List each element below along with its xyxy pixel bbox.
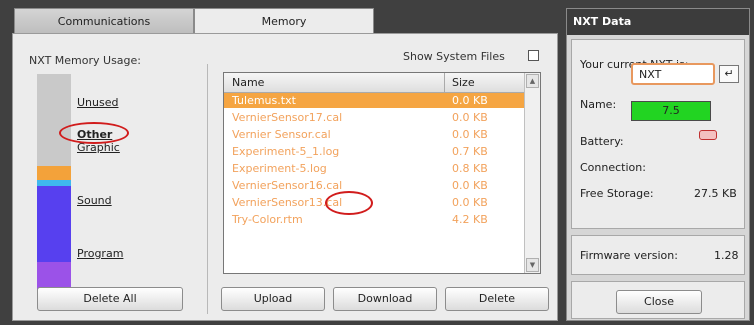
usage-segment-sound <box>37 186 71 262</box>
scroll-down-icon[interactable]: ▼ <box>526 258 539 272</box>
show-system-files-label: Show System Files <box>403 50 505 63</box>
file-size: 0.8 KB <box>452 162 488 175</box>
log-highlight-circle <box>325 191 373 215</box>
file-size: 4.2 KB <box>452 213 488 226</box>
file-size: 0.0 KB <box>452 179 488 192</box>
nxt-window: Communications Memory NXT Memory Usage: … <box>0 0 754 325</box>
free-storage-value: 27.5 KB <box>694 187 737 200</box>
file-row[interactable]: Experiment-5_1.log 0.7 KB <box>224 144 524 159</box>
file-row[interactable]: Vernier Sensor.cal 0.0 KB <box>224 127 524 142</box>
file-name: VernierSensor16.cal <box>232 179 343 192</box>
file-row[interactable]: VernierSensor13.cal 0.0 KB <box>224 195 524 210</box>
column-name-header[interactable]: Name <box>232 76 264 89</box>
firmware-box: Firmware version: 1.28 <box>571 235 745 275</box>
battery-level-bar: 7.5 <box>631 101 711 121</box>
file-size: 0.0 KB <box>452 128 488 141</box>
file-size: 0.0 KB <box>452 111 488 124</box>
memory-usage-title: NXT Memory Usage: <box>29 54 141 67</box>
column-size-header[interactable]: Size <box>452 76 475 89</box>
close-button[interactable]: Close <box>616 290 702 314</box>
file-name: Experiment-5_1.log <box>232 145 340 158</box>
file-size: 0.0 KB <box>452 196 488 209</box>
file-list-header: Name Size <box>224 73 524 93</box>
scroll-up-icon[interactable]: ▲ <box>526 74 539 88</box>
upload-button[interactable]: Upload <box>221 287 325 311</box>
name-label: Name: <box>580 98 617 111</box>
nxt-data-header: NXT Data <box>567 9 749 35</box>
tab-communications[interactable]: Communications <box>14 8 194 34</box>
nxt-data-panel: NXT Data Your current NXT is: Name: Batt… <box>566 8 750 321</box>
file-row[interactable]: VernierSensor16.cal 0.0 KB <box>224 178 524 193</box>
file-name: VernierSensor17.cal <box>232 111 343 124</box>
close-box: Close <box>571 281 745 319</box>
usage-segment-unused <box>37 74 71 166</box>
nxt-data-title: NXT Data <box>573 15 632 28</box>
file-row[interactable]: VernierSensor17.cal 0.0 KB <box>224 110 524 125</box>
firmware-label: Firmware version: <box>580 249 678 262</box>
file-list[interactable]: Name Size Tulemus.txt 0.0 KB VernierSens… <box>223 72 541 274</box>
file-size: 0.0 KB <box>452 94 488 107</box>
free-storage-label: Free Storage: <box>580 187 654 200</box>
file-name: Try-Color.rtm <box>232 213 303 226</box>
file-row[interactable]: Tulemus.txt 0.0 KB <box>224 93 524 108</box>
usage-segment-other <box>37 166 71 180</box>
panel-divider <box>207 64 208 314</box>
file-name: Tulemus.txt <box>232 94 296 107</box>
memory-usage-bar <box>37 74 71 304</box>
column-separator <box>444 73 445 93</box>
file-size: 0.7 KB <box>452 145 488 158</box>
legend-sound: Sound <box>77 194 112 207</box>
file-row[interactable]: Try-Color.rtm 4.2 KB <box>224 212 524 227</box>
delete-all-button[interactable]: Delete All <box>37 287 183 311</box>
file-list-scrollbar[interactable]: ▲ ▼ <box>524 73 540 273</box>
connection-label: Connection: <box>580 161 646 174</box>
nxt-name-input[interactable]: NXT <box>631 63 715 85</box>
firmware-value: 1.28 <box>714 249 739 262</box>
usb-icon <box>699 130 717 140</box>
legend-program: Program <box>77 247 124 260</box>
tab-memory[interactable]: Memory <box>194 8 374 34</box>
download-button[interactable]: Download <box>333 287 437 311</box>
legend-unused: Unused <box>77 96 119 109</box>
memory-panel: NXT Memory Usage: Unused Other Graphic S… <box>12 33 558 321</box>
file-row[interactable]: Experiment-5.log 0.8 KB <box>224 161 524 176</box>
other-highlight-circle <box>59 122 129 144</box>
file-name: Experiment-5.log <box>232 162 327 175</box>
file-name: Vernier Sensor.cal <box>232 128 331 141</box>
battery-label: Battery: <box>580 135 624 148</box>
show-system-files-checkbox[interactable] <box>528 50 539 61</box>
enter-icon[interactable]: ↵ <box>719 65 739 83</box>
delete-button[interactable]: Delete <box>445 287 549 311</box>
